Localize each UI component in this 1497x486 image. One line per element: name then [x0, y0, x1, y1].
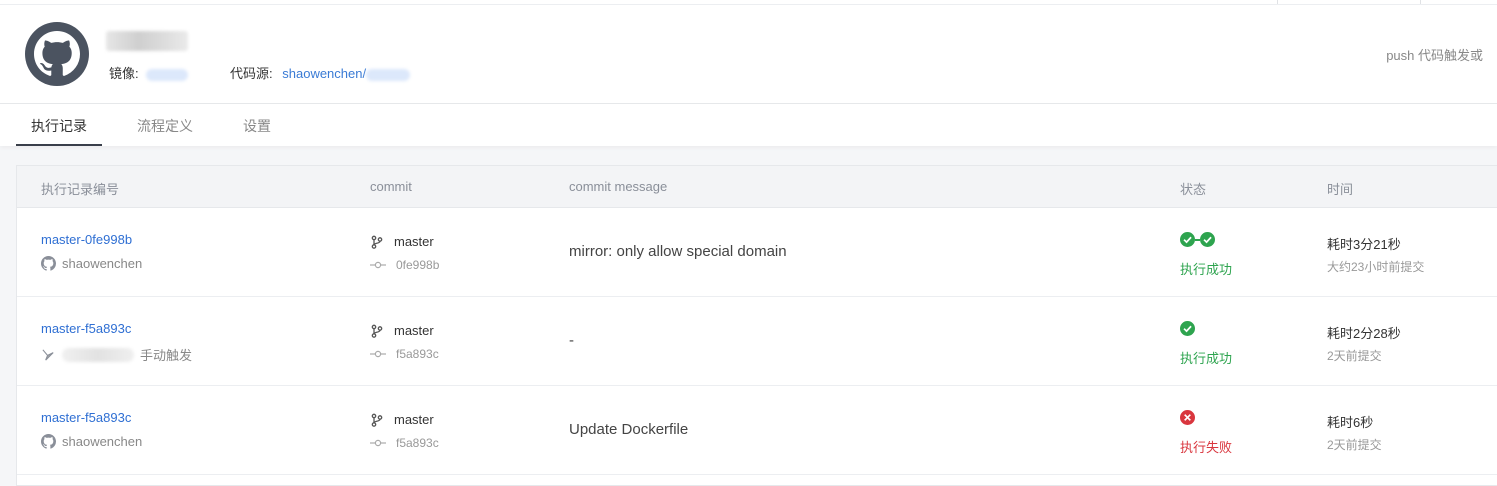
success-check-icon	[1180, 321, 1195, 336]
branch-info: master	[370, 323, 434, 338]
status-text: 执行失败	[1180, 440, 1233, 455]
header-top-divider	[0, 4, 1497, 5]
stage-indicators	[1180, 321, 1195, 336]
source-label: 代码源:	[230, 66, 273, 81]
branch-icon	[371, 324, 383, 338]
commit-age: 2天前提交	[1327, 438, 1382, 452]
table-header: 执行记录编号 commit commit message 状态 时间	[17, 166, 1497, 208]
sha-info: f5a893c	[370, 436, 439, 450]
active-tab-indicator	[16, 144, 102, 146]
table-row[interactable]: master-f5a893c shaowenchen master f5a893…	[17, 386, 1497, 475]
trigger-info: shaowenchen	[41, 256, 142, 271]
app-header: 镜像: 代码源: shaowenchen/ push 代码触发或	[0, 0, 1497, 104]
status-text: 执行成功	[1180, 262, 1233, 277]
commit-age: 2天前提交	[1327, 349, 1382, 363]
branch-name: master	[394, 412, 434, 427]
trigger-user: 手动触发	[140, 348, 193, 363]
commit-icon	[370, 439, 386, 447]
github-icon	[41, 256, 56, 271]
mirror-label: 镜像:	[109, 66, 139, 81]
manual-trigger-icon	[42, 349, 54, 361]
branch-name: master	[394, 323, 434, 338]
repo-name-redacted	[106, 31, 188, 51]
duration: 耗时6秒	[1327, 415, 1374, 430]
table-row[interactable]: master-f5a893c 手动触发 master f5a893c - 执行成…	[17, 297, 1497, 386]
mirror-value-redacted	[146, 68, 189, 81]
status-text: 执行成功	[1180, 351, 1233, 366]
github-avatar-icon	[25, 22, 89, 86]
commit-sha[interactable]: 0fe998b	[396, 258, 439, 272]
branch-info: master	[370, 412, 434, 427]
duration: 耗时3分21秒	[1327, 237, 1401, 252]
branch-name: master	[394, 234, 434, 249]
run-records-table: 执行记录编号 commit commit message 状态 时间 maste…	[16, 165, 1497, 486]
table-row[interactable]: master-0fe998b shaowenchen master 0fe998…	[17, 208, 1497, 297]
mirror-info: 镜像:	[109, 63, 189, 82]
stage-indicators	[1180, 232, 1215, 247]
source-info: 代码源: shaowenchen/	[230, 63, 411, 82]
header-divider-tick	[1420, 0, 1421, 4]
column-header-status: 状态	[1180, 182, 1207, 197]
duration: 耗时2分28秒	[1327, 326, 1401, 341]
trigger-user-redacted	[62, 347, 134, 362]
column-header-commit: commit	[370, 179, 412, 194]
tab-bar: 执行记录 流程定义 设置	[0, 104, 1497, 146]
commit-message: mirror: only allow special domain	[569, 243, 787, 260]
trigger-user: shaowenchen	[62, 434, 143, 449]
branch-info: master	[370, 234, 434, 249]
trigger-info: shaowenchen	[41, 434, 142, 449]
run-id-link[interactable]: master-f5a893c	[41, 321, 131, 336]
success-check-icon	[1200, 232, 1215, 247]
commit-age: 大约23小时前提交	[1327, 260, 1425, 274]
commit-sha[interactable]: f5a893c	[396, 347, 439, 361]
github-icon	[41, 434, 56, 449]
trigger-info: 手动触发	[41, 345, 192, 364]
header-divider-tick	[1277, 0, 1278, 4]
source-link[interactable]: shaowenchen/	[282, 66, 366, 81]
commit-sha[interactable]: f5a893c	[396, 436, 439, 450]
stage-indicators	[1180, 410, 1195, 425]
branch-icon	[371, 235, 383, 249]
tab-settings[interactable]: 设置	[243, 116, 271, 136]
source-value-redacted	[366, 68, 411, 81]
tab-pipeline-definition[interactable]: 流程定义	[137, 116, 193, 136]
success-check-icon	[1180, 232, 1195, 247]
commit-icon	[370, 261, 386, 269]
run-id-link[interactable]: master-0fe998b	[41, 232, 132, 247]
sha-info: 0fe998b	[370, 258, 439, 272]
trigger-hint: push 代码触发或	[1386, 48, 1483, 63]
run-id-link[interactable]: master-f5a893c	[41, 410, 131, 425]
column-header-time: 时间	[1327, 182, 1354, 197]
branch-icon	[371, 413, 383, 427]
commit-icon	[370, 350, 386, 358]
commit-message: -	[569, 332, 574, 349]
column-header-run-id: 执行记录编号	[41, 182, 120, 197]
trigger-user: shaowenchen	[62, 256, 143, 271]
tab-run-records[interactable]: 执行记录	[31, 116, 87, 136]
commit-message: Update Dockerfile	[569, 421, 689, 438]
sha-info: f5a893c	[370, 347, 439, 361]
column-header-commit-message: commit message	[569, 179, 668, 194]
failure-x-icon	[1180, 410, 1195, 425]
